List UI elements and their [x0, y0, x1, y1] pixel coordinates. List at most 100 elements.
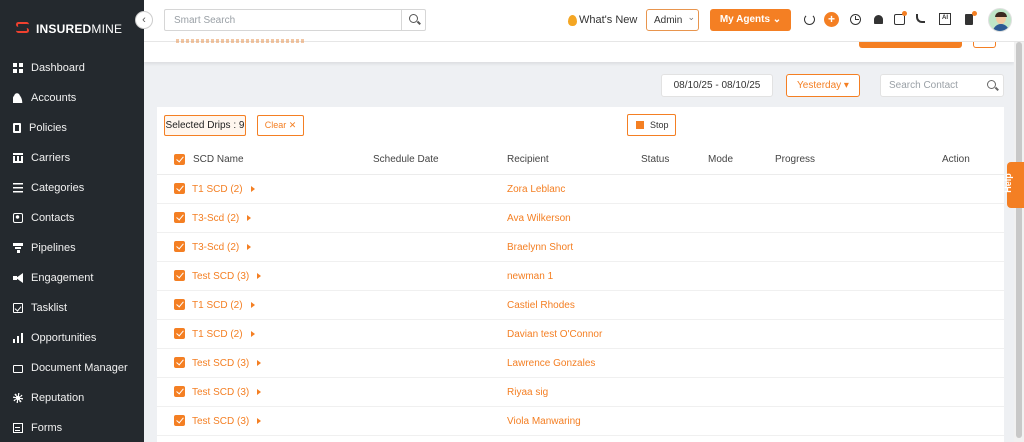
row-checkbox[interactable] [174, 183, 185, 194]
logo-text-bold: INSURED [36, 22, 92, 36]
period-dropdown[interactable]: Yesterday ▾ [786, 74, 860, 97]
caret-right-icon[interactable] [250, 186, 255, 193]
user-avatar[interactable] [988, 8, 1012, 32]
bank-icon [13, 153, 23, 163]
sidebar-item-carriers[interactable]: Carriers [0, 143, 144, 173]
logo-text-light: MINE [91, 22, 123, 36]
sidebar-item-contacts[interactable]: Contacts [0, 203, 144, 233]
folder-icon [13, 365, 23, 373]
smart-search-input[interactable]: Smart Search [164, 9, 426, 31]
plus-icon[interactable]: + [824, 12, 839, 27]
row-checkbox[interactable] [174, 212, 185, 223]
megaphone-icon [13, 273, 23, 283]
sidebar-item-label: Opportunities [31, 332, 97, 344]
scd-name-link[interactable]: Test SCD (3) [192, 271, 262, 282]
clear-selection-button[interactable]: Clear ✕ [257, 115, 304, 136]
recipient-link[interactable]: Viola Manwaring [507, 416, 581, 427]
phone-icon[interactable] [916, 14, 925, 23]
calculator-icon[interactable] [965, 14, 973, 25]
page-header-band [144, 39, 1014, 62]
recipient-link[interactable]: Braelynn Short [507, 242, 573, 253]
row-checkbox[interactable] [174, 328, 185, 339]
sidebar-item-accounts[interactable]: Accounts [0, 83, 144, 113]
caret-right-icon[interactable] [247, 244, 252, 251]
recipient-link[interactable]: Riyaa sig [507, 387, 548, 398]
sidebar-item-tasklist[interactable]: Tasklist [0, 293, 144, 323]
scd-name-link[interactable]: T3-Scd (2) [192, 242, 252, 253]
caret-right-icon[interactable] [257, 418, 262, 425]
users-icon [13, 93, 23, 103]
stop-icon [636, 121, 644, 129]
collapse-sidebar-button[interactable]: ‹ [135, 11, 153, 29]
date-range-picker[interactable]: 08/10/25 - 08/10/25 [661, 74, 773, 97]
help-tab[interactable]: Help [1003, 162, 1024, 208]
sidebar-item-pipelines[interactable]: Pipelines [0, 233, 144, 263]
recipient-link[interactable]: newman 1 [507, 271, 553, 282]
sidebar-item-forms[interactable]: Forms [0, 413, 144, 442]
bell-icon[interactable] [874, 15, 883, 24]
select-all-checkbox[interactable] [174, 154, 185, 165]
sidebar-item-label: Policies [29, 122, 67, 134]
sidebar-item-engagement[interactable]: Engagement [0, 263, 144, 293]
insuredmine-logo[interactable]: INSUREDMINE [16, 22, 122, 36]
scd-name-link[interactable]: Test SCD (3) [192, 416, 262, 427]
scd-name-text: T3-Scd (2) [192, 213, 240, 224]
sidebar-item-label: Engagement [31, 272, 94, 284]
sidebar-item-dashboard[interactable]: Dashboard [0, 53, 144, 83]
search-icon [409, 14, 418, 23]
sidebar-item-policies[interactable]: Policies [0, 113, 144, 143]
caret-right-icon[interactable] [250, 302, 255, 309]
row-checkbox[interactable] [174, 357, 185, 368]
recipient-link[interactable]: Castiel Rhodes [507, 300, 575, 311]
refresh-icon[interactable] [804, 14, 815, 25]
whats-new-label: What's New [579, 14, 638, 26]
recipient-link[interactable]: Davian test O'Connor [507, 329, 602, 340]
row-checkbox[interactable] [174, 386, 185, 397]
sidebar-item-document-manager[interactable]: Document Manager [0, 353, 144, 383]
sidebar-item-label: Pipelines [31, 242, 76, 254]
sidebar-item-label: Forms [31, 422, 63, 434]
ai-chip-icon[interactable]: AI [939, 13, 951, 25]
column-header-schedule-date: Schedule Date [373, 154, 439, 165]
whats-new-link[interactable]: What's New [568, 14, 637, 26]
row-checkbox[interactable] [174, 415, 185, 426]
role-select[interactable]: Admin ⌄ [646, 9, 699, 31]
caret-right-icon[interactable] [247, 215, 252, 222]
sidebar-nav: Dashboard Accounts Policies Carriers Cat… [0, 53, 144, 442]
scd-name-link[interactable]: T1 SCD (2) [192, 184, 255, 195]
row-checkbox[interactable] [174, 270, 185, 281]
scd-name-text: Test SCD (3) [192, 416, 250, 427]
recipient-link[interactable]: Ava Wilkerson [507, 213, 571, 224]
search-button[interactable] [401, 10, 425, 30]
caret-right-icon[interactable] [257, 360, 262, 367]
sidebar-item-label: Carriers [31, 152, 71, 164]
logo-mark-icon [16, 22, 30, 36]
caret-right-icon[interactable] [257, 389, 262, 396]
row-checkbox[interactable] [174, 241, 185, 252]
scd-name-link[interactable]: Test SCD (3) [192, 358, 262, 369]
caret-right-icon[interactable] [250, 331, 255, 338]
sidebar-item-reputation[interactable]: Reputation [0, 383, 144, 413]
page-scrollbar-thumb[interactable] [1016, 42, 1022, 438]
column-header-status: Status [641, 154, 670, 165]
primary-action-button-clipped[interactable] [859, 42, 962, 48]
row-checkbox[interactable] [174, 299, 185, 310]
scd-name-link[interactable]: Test SCD (3) [192, 387, 262, 398]
sidebar-item-opportunities[interactable]: Opportunities [0, 323, 144, 353]
sidebar-item-label: Dashboard [31, 62, 85, 74]
scd-name-link[interactable]: T1 SCD (2) [192, 329, 255, 340]
sidebar-item-label: Document Manager [31, 362, 128, 374]
table-row: T3-Scd (2) Ava Wilkerson [157, 204, 1004, 233]
recipient-link[interactable]: Lawrence Gonzales [507, 358, 595, 369]
stop-button[interactable]: Stop [627, 114, 676, 136]
contact-search-input[interactable]: Search Contact [880, 74, 1004, 97]
scd-name-link[interactable]: T3-Scd (2) [192, 213, 252, 224]
scd-name-text: T1 SCD (2) [192, 300, 243, 311]
my-agents-button[interactable]: My Agents ⌄ [710, 9, 791, 31]
clock-icon[interactable] [850, 14, 861, 25]
recipient-link[interactable]: Zora Leblanc [507, 184, 565, 195]
caret-right-icon[interactable] [257, 273, 262, 280]
sidebar-item-categories[interactable]: Categories [0, 173, 144, 203]
scd-name-link[interactable]: T1 SCD (2) [192, 300, 255, 311]
secondary-action-button-clipped[interactable] [973, 42, 996, 48]
